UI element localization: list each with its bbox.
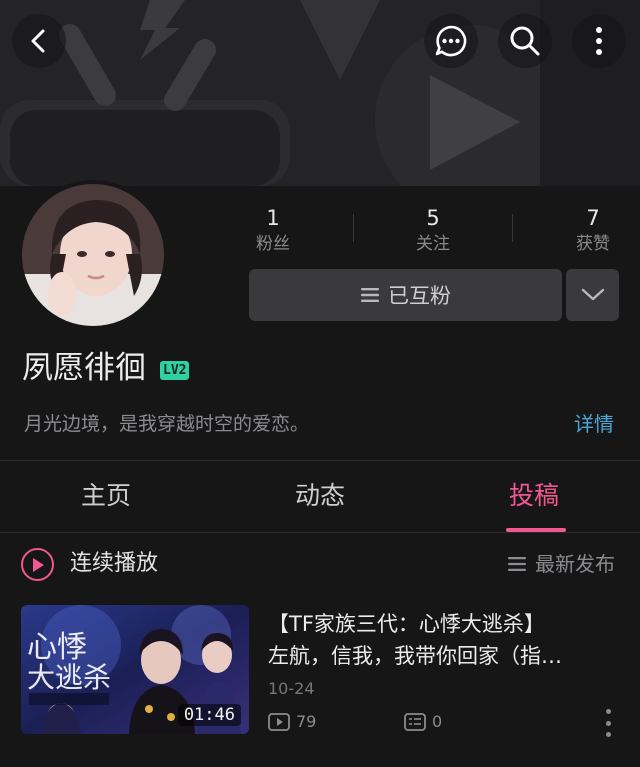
mutual-follow-label: 已互粉 bbox=[388, 284, 451, 308]
video-title-line2: 左航，信我，我带你回家（指… bbox=[268, 644, 562, 668]
mutual-follow-button[interactable]: 已互粉 bbox=[249, 269, 562, 321]
tab-home[interactable]: 主页 bbox=[46, 476, 166, 516]
stat-likes-label: 获赞 bbox=[576, 234, 610, 254]
list-icon bbox=[361, 288, 379, 302]
divider bbox=[0, 532, 640, 533]
stat-following-label: 关注 bbox=[416, 234, 450, 254]
continuous-play-button[interactable] bbox=[21, 548, 54, 581]
divider bbox=[0, 460, 640, 461]
search-button[interactable] bbox=[498, 14, 552, 68]
video-comments-count: 0 bbox=[432, 712, 443, 731]
back-button[interactable] bbox=[12, 14, 66, 68]
message-button[interactable] bbox=[424, 14, 478, 68]
stat-likes[interactable]: 7 获赞 bbox=[543, 204, 640, 256]
follow-dropdown-button[interactable] bbox=[566, 269, 619, 321]
comment-count-icon bbox=[404, 713, 426, 731]
more-dot bbox=[605, 709, 611, 714]
profile-banner bbox=[0, 0, 640, 186]
search-icon bbox=[510, 26, 540, 56]
tab-uploads[interactable]: 投稿 bbox=[474, 476, 594, 516]
stat-fans-value: 1 bbox=[266, 206, 280, 230]
video-duration: 01:46 bbox=[177, 704, 241, 726]
stat-following-value: 5 bbox=[426, 206, 440, 230]
level-badge: LV2 bbox=[160, 361, 190, 380]
play-count-icon bbox=[268, 713, 290, 731]
more-button[interactable] bbox=[572, 14, 626, 68]
more-vertical-icon bbox=[596, 27, 602, 55]
more-dot bbox=[605, 720, 611, 726]
stat-separator bbox=[353, 214, 354, 242]
details-link[interactable]: 详情 bbox=[574, 410, 614, 438]
video-title[interactable]: 【TF家族三代：心悸大逃杀】 左航，信我，我带你回家（指… bbox=[268, 608, 620, 672]
username: 夙愿徘徊 bbox=[22, 350, 146, 386]
video-title-line1: 【TF家族三代：心悸大逃杀】 bbox=[268, 612, 545, 636]
video-comments: 0 bbox=[404, 710, 442, 734]
video-more-button[interactable] bbox=[598, 706, 618, 740]
stat-likes-value: 7 bbox=[586, 206, 600, 230]
avatar[interactable] bbox=[18, 180, 168, 330]
avatar-image bbox=[22, 184, 164, 326]
svg-text:大逃杀: 大逃杀 bbox=[27, 661, 111, 694]
sort-icon bbox=[508, 557, 526, 571]
video-views: 79 bbox=[268, 710, 316, 734]
play-icon bbox=[32, 557, 44, 572]
sort-label: 最新发布 bbox=[535, 552, 615, 576]
chevron-left-icon bbox=[31, 29, 45, 53]
svg-text:心悸: 心悸 bbox=[27, 630, 87, 665]
chevron-down-icon bbox=[581, 288, 604, 301]
chat-bubble-icon bbox=[435, 25, 467, 57]
video-views-count: 79 bbox=[296, 712, 317, 731]
video-thumbnail[interactable]: 心悸 大逃杀 01:46 bbox=[21, 605, 249, 734]
stat-following[interactable]: 5 关注 bbox=[383, 204, 483, 256]
stat-fans-label: 粉丝 bbox=[256, 234, 290, 254]
stat-separator bbox=[512, 214, 513, 242]
bio-text: 月光边境，是我穿越时空的爱恋。 bbox=[24, 413, 310, 435]
tab-activity[interactable]: 动态 bbox=[260, 476, 380, 516]
stat-fans[interactable]: 1 粉丝 bbox=[223, 204, 323, 256]
sort-button[interactable]: 最新发布 bbox=[507, 549, 615, 579]
continuous-play-label[interactable]: 连续播放 bbox=[70, 547, 158, 581]
video-date: 10-24 bbox=[268, 679, 315, 698]
more-dot bbox=[605, 732, 611, 737]
